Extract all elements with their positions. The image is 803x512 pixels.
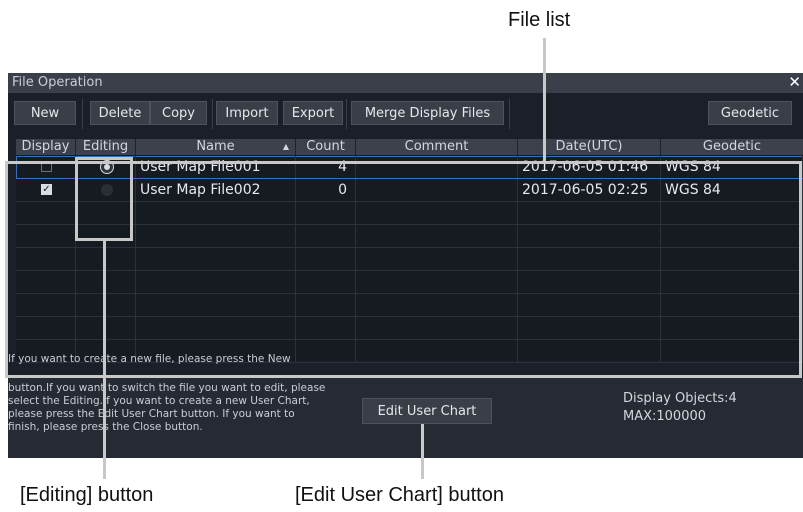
toolbar-separator xyxy=(212,99,213,129)
callout-edit-user-chart-button: [Edit User Chart] button xyxy=(295,484,504,506)
header-date[interactable]: Date(UTC) xyxy=(518,139,661,155)
copy-button[interactable]: Copy xyxy=(150,101,207,125)
display-objects-count: Display Objects:4 xyxy=(623,391,737,406)
toolbar-separator xyxy=(346,99,347,129)
header-editing[interactable]: Editing xyxy=(76,139,136,155)
editing-leader-line xyxy=(103,241,106,479)
header-comment[interactable]: Comment xyxy=(356,139,518,155)
sort-up-icon: ▲ xyxy=(282,142,289,151)
header-name-label: Name xyxy=(196,139,235,154)
title-bar: File Operation ✕ xyxy=(8,73,803,93)
callout-file-list: File list xyxy=(508,9,571,31)
header-geodetic[interactable]: Geodetic xyxy=(661,139,803,155)
help-line: select the Editing.If you want to create… xyxy=(8,395,310,407)
help-line: button.If you want to switch the file yo… xyxy=(8,382,326,394)
table-header: Display Editing Name ▲ Count Comment Dat… xyxy=(16,139,803,155)
toolbar: New Delete Copy Import Export Merge Disp… xyxy=(8,93,803,131)
editing-highlight-frame xyxy=(75,157,133,241)
file-list-leader-line xyxy=(543,38,546,163)
delete-button[interactable]: Delete xyxy=(90,101,150,125)
help-line: please press the Edit User Chart button.… xyxy=(8,408,295,420)
max-objects: MAX:100000 xyxy=(623,409,707,424)
window-title: File Operation xyxy=(12,75,103,90)
merge-display-files-button[interactable]: Merge Display Files xyxy=(351,101,504,125)
callout-editing-button: [Editing] button xyxy=(20,484,154,506)
toolbar-separator xyxy=(82,99,83,129)
header-name[interactable]: Name ▲ xyxy=(136,139,296,155)
new-button[interactable]: New xyxy=(14,101,76,125)
geodetic-button[interactable]: Geodetic xyxy=(708,101,792,125)
import-button[interactable]: Import xyxy=(216,101,278,125)
toolbar-separator xyxy=(509,99,510,129)
header-count[interactable]: Count xyxy=(296,139,356,155)
export-button[interactable]: Export xyxy=(283,101,343,125)
edit-user-chart-button[interactable]: Edit User Chart xyxy=(362,398,492,424)
header-display[interactable]: Display xyxy=(16,139,76,155)
edit-user-chart-leader-line xyxy=(421,424,424,479)
close-icon[interactable]: ✕ xyxy=(788,73,801,91)
